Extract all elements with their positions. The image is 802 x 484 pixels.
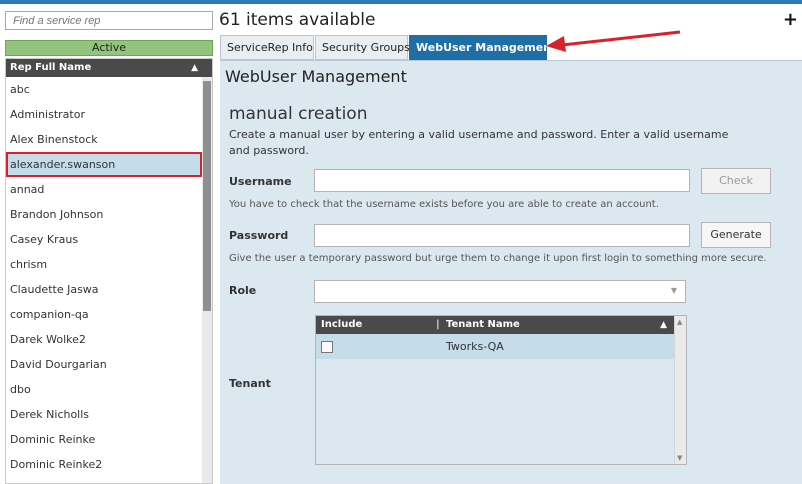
scroll-down-icon[interactable]: ▼: [677, 454, 682, 462]
generate-button[interactable]: Generate: [701, 222, 771, 248]
list-item-selected[interactable]: alexander.swanson: [6, 152, 202, 177]
role-label: Role: [229, 284, 257, 297]
column-divider: |: [436, 319, 440, 330]
list-rows: abc Administrator Alex Binenstock alexan…: [6, 77, 202, 477]
active-filter-header[interactable]: Active: [5, 40, 213, 56]
list-item[interactable]: Claudette Jaswa: [6, 277, 202, 302]
tenant-label: Tenant: [229, 377, 271, 390]
search-input[interactable]: [5, 11, 213, 30]
column-header-rep-full-name[interactable]: Rep Full Name ▲: [6, 59, 212, 77]
add-icon[interactable]: +: [783, 9, 798, 30]
list-item[interactable]: Derek Nicholls: [6, 402, 202, 427]
tenant-name-cell: Tworks-QA: [446, 340, 504, 353]
scroll-up-icon[interactable]: ▲: [677, 318, 682, 326]
list-scrollbar[interactable]: [202, 77, 212, 483]
tenant-grid-header: Include | Tenant Name ▲: [316, 316, 674, 334]
panel-title: WebUser Management: [225, 67, 407, 86]
section-description: Create a manual user by entering a valid…: [229, 128, 729, 157]
top-accent-bar: [0, 0, 802, 4]
chevron-down-icon[interactable]: ▼: [671, 286, 677, 295]
list-item[interactable]: Administrator: [6, 102, 202, 127]
table-row[interactable]: Tworks-QA: [316, 334, 674, 359]
list-item[interactable]: annad: [6, 177, 202, 202]
items-count: 61 items available: [219, 10, 376, 30]
column-header-include[interactable]: Include: [321, 316, 362, 334]
check-button[interactable]: Check: [701, 168, 771, 194]
tab-servicerep-info[interactable]: ServiceRep Info: [220, 35, 314, 60]
password-hint: Give the user a temporary password but u…: [229, 253, 767, 264]
list-item[interactable]: David Dourgarian: [6, 352, 202, 377]
sort-up-icon[interactable]: ▲: [660, 316, 667, 334]
sort-up-icon[interactable]: ▲: [191, 59, 198, 77]
list-item[interactable]: abc: [6, 77, 202, 102]
role-select[interactable]: ▼: [314, 280, 686, 303]
service-rep-list: Rep Full Name ▲ abc Administrator Alex B…: [5, 58, 213, 484]
username-input[interactable]: [314, 169, 690, 192]
tab-security-groups[interactable]: Security Groups: [315, 35, 410, 60]
list-item[interactable]: Casey Kraus: [6, 227, 202, 252]
list-item[interactable]: Darek Wolke2: [6, 327, 202, 352]
tenant-grid-scrollbar[interactable]: ▲ ▼: [674, 316, 686, 464]
username-hint: You have to check that the username exis…: [229, 199, 659, 210]
list-item[interactable]: Dominic Reinke2: [6, 452, 202, 477]
tenant-grid: Include | Tenant Name ▲ Tworks-QA ▲ ▼: [315, 315, 687, 465]
list-item[interactable]: companion-qa: [6, 302, 202, 327]
webuser-management-panel: WebUser Management manual creation Creat…: [220, 60, 802, 484]
column-header-tenant-name[interactable]: Tenant Name: [446, 316, 520, 334]
password-label: Password: [229, 229, 289, 242]
column-header-label: Rep Full Name: [10, 62, 92, 73]
list-item[interactable]: dbo: [6, 377, 202, 402]
password-input[interactable]: [314, 224, 690, 247]
list-item[interactable]: Dominic Reinke: [6, 427, 202, 452]
list-item[interactable]: chrism: [6, 252, 202, 277]
annotation-arrow-icon: [546, 30, 681, 52]
section-title: manual creation: [229, 104, 368, 124]
tab-webuser-management[interactable]: WebUser Management: [409, 35, 556, 60]
include-checkbox[interactable]: [321, 341, 333, 353]
username-label: Username: [229, 175, 292, 188]
list-item[interactable]: Brandon Johnson: [6, 202, 202, 227]
list-scrollbar-thumb[interactable]: [203, 81, 211, 311]
list-item[interactable]: Alex Binenstock: [6, 127, 202, 152]
